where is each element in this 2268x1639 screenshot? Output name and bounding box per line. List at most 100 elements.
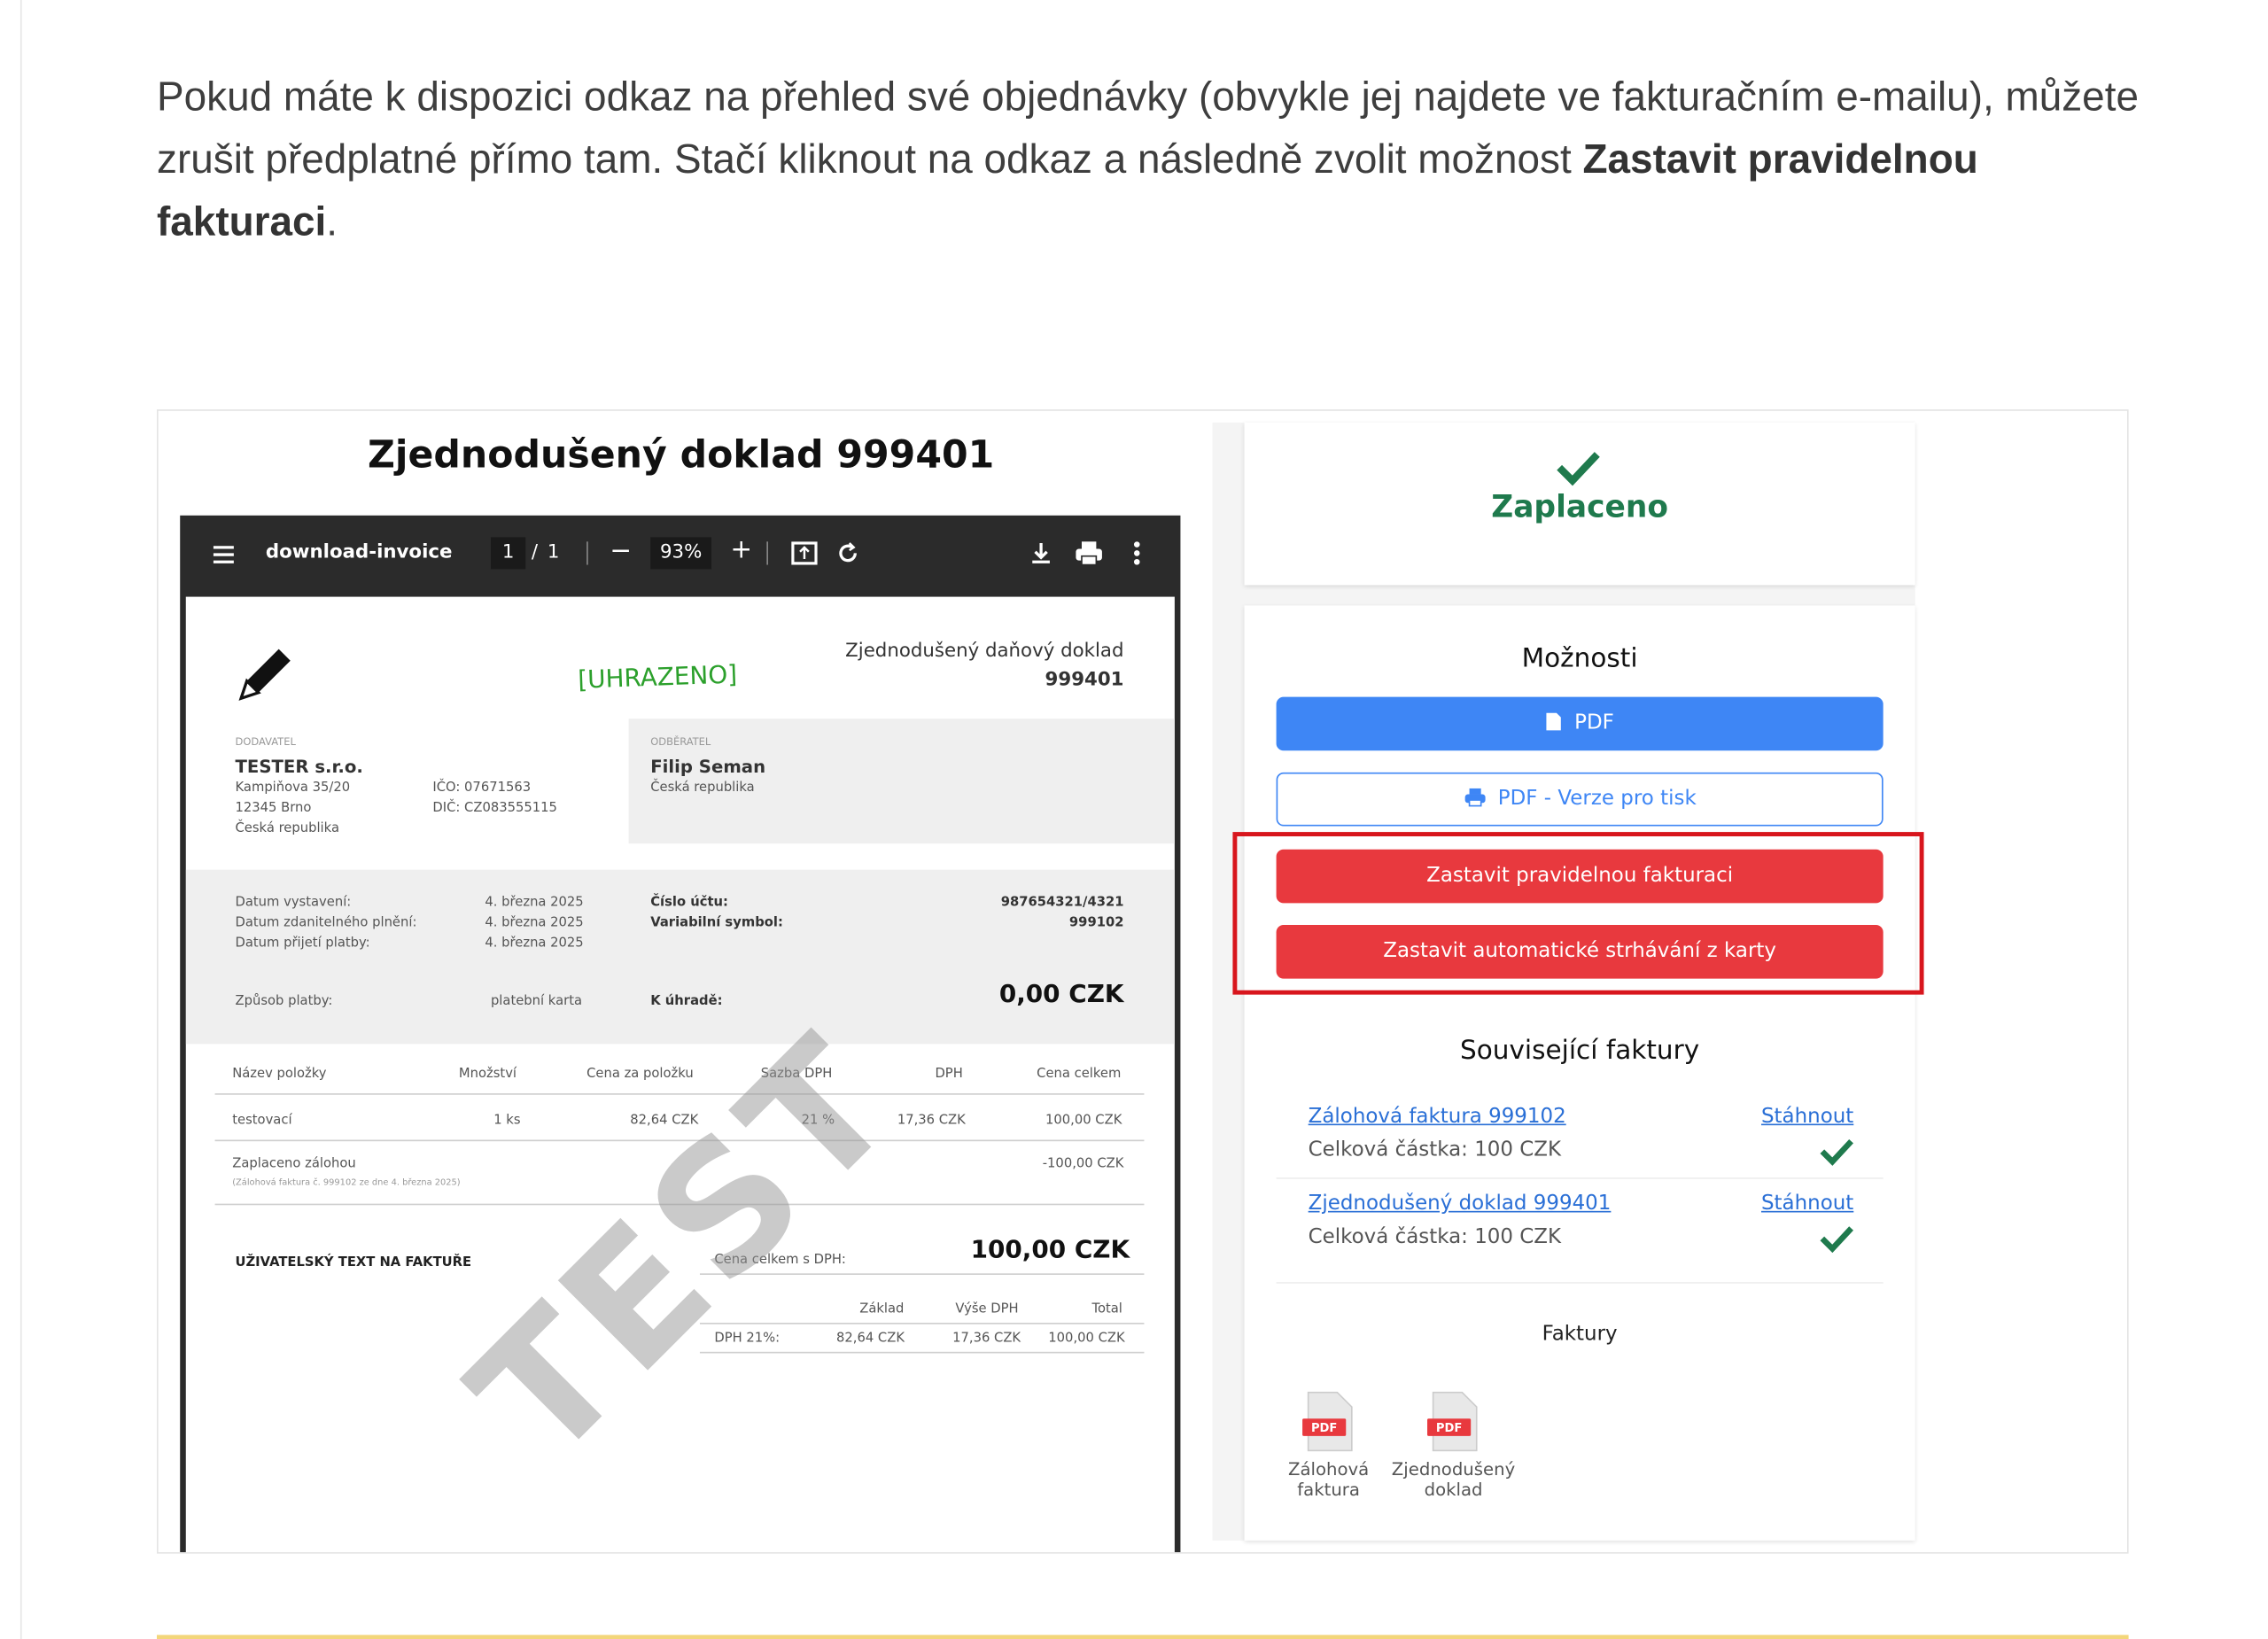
date-pay-value: 4. března 2025 (485, 936, 584, 952)
supplier-city: 12345 Brno (235, 801, 312, 817)
vat-col-amount: Výše DPH (955, 1302, 1019, 1317)
fit-page-icon[interactable] (791, 541, 818, 565)
vat-col-total: Total (1091, 1302, 1122, 1317)
vat-row-total: 100,00 CZK (1048, 1331, 1125, 1347)
related-amount-1: Celková částka: 100 CZK (1308, 1138, 1562, 1162)
zoom-out-button[interactable]: − (610, 536, 632, 566)
check-icon (1820, 1226, 1853, 1254)
supplier-ico: IČO: 07671563 (432, 781, 532, 796)
divider (766, 541, 768, 565)
options-title: Možnosti (1521, 643, 1638, 674)
col-vat: DPH (935, 1067, 963, 1082)
method-label: Způsob platby: (235, 994, 333, 1010)
page-input[interactable]: 1 (490, 537, 526, 570)
download-link-1[interactable]: Stáhnout (1761, 1105, 1853, 1128)
check-icon (1557, 452, 1600, 486)
row1-name: testovací (232, 1114, 292, 1129)
customer-header: ODBĚRATEL (650, 735, 711, 749)
download-link-2[interactable]: Stáhnout (1761, 1192, 1853, 1216)
supplier-header: DODAVATEL (235, 735, 296, 749)
date-tax-label: Datum zdanitelného plnění: (235, 916, 417, 931)
vat-row-amount: 17,36 CZK (952, 1331, 1021, 1347)
download-icon[interactable] (1029, 540, 1052, 567)
table-divider (214, 1093, 1145, 1095)
due-value: 0,00 CZK (998, 980, 1124, 1010)
related-amount-2: Celková částka: 100 CZK (1308, 1225, 1562, 1249)
vat-divider (699, 1351, 1145, 1354)
account-label: Číslo účtu: (650, 896, 728, 911)
customer-name: Filip Seman (650, 756, 766, 777)
svg-text:PDF: PDF (1436, 1422, 1462, 1435)
doc-type: Zjednodušený daňový doklad (845, 640, 1124, 663)
method-value: platební karta (490, 994, 583, 1010)
pencil-logo-icon (238, 649, 291, 701)
screenshot-frame: Zjednodušený doklad 999401 download-invo… (157, 409, 2129, 1554)
vat-col-base: Základ (859, 1302, 905, 1317)
vs-value: 999102 (1068, 916, 1124, 931)
status-card: Zaplaceno (1244, 422, 1915, 586)
col-total: Cena celkem (1037, 1067, 1122, 1082)
row2-sub: (Zálohová faktura č. 999102 ze dne 4. bř… (232, 1177, 461, 1188)
related-title: Související faktury (1459, 1035, 1700, 1066)
supplier-name: TESTER s.r.o. (235, 756, 363, 777)
related-divider (1276, 1177, 1884, 1179)
related-link-1[interactable]: Zálohová faktura 999102 (1309, 1105, 1566, 1128)
pdf-print-button[interactable]: PDF - Verze pro tisk (1276, 772, 1884, 827)
total-value: 100,00 CZK (970, 1235, 1130, 1265)
invoice-page: [UHRAZENO] Zjednodušený daňový doklad 99… (185, 596, 1175, 1552)
page-total: 1 (547, 541, 560, 563)
menu-icon[interactable] (212, 543, 235, 566)
date-tax-value: 4. března 2025 (485, 916, 584, 931)
callout-top-border (157, 1635, 2129, 1639)
customer-country: Česká republika (650, 781, 755, 796)
col-qty: Množství (458, 1067, 517, 1082)
intro-paragraph: Pokud máte k dispozici odkaz na přehled … (157, 74, 2139, 245)
svg-text:PDF: PDF (1311, 1422, 1337, 1435)
vs-label: Variabilní symbol: (650, 916, 783, 931)
date-issue-label: Datum vystavení: (235, 896, 352, 911)
rotate-icon[interactable] (835, 540, 861, 567)
file-tile-1[interactable]: PDF Zálohová faktura (1282, 1389, 1375, 1500)
pdf-filename: download-invoice (265, 541, 453, 563)
file-tile-2[interactable]: PDF Zjednodušený doklad (1381, 1389, 1526, 1500)
pdf-file-icon: PDF (1302, 1391, 1353, 1452)
check-icon (1820, 1138, 1853, 1166)
supplier-country: Česká republika (235, 821, 339, 837)
pdf-viewer: download-invoice 1 / 1 − 93% + [UHRAZENO… (180, 515, 1181, 1552)
zoom-level[interactable]: 93% (650, 537, 712, 570)
row1-qty: 1 ks (493, 1114, 521, 1129)
print-icon (1464, 788, 1486, 807)
date-issue-value: 4. března 2025 (485, 896, 584, 911)
stop-billing-button[interactable]: Zastavit pravidelnou fakturaci (1276, 849, 1884, 904)
row1-total: 100,00 CZK (1045, 1114, 1122, 1129)
pdf-button[interactable]: PDF (1276, 696, 1884, 751)
pdf-file-icon: PDF (1427, 1391, 1478, 1452)
order-sidebar: Zaplaceno Možnosti PDF PDF - Verze pro t… (1212, 422, 1924, 1541)
stop-card-button[interactable]: Zastavit automatické strhávání z karty (1276, 924, 1884, 979)
due-label: K úhradě: (650, 994, 723, 1010)
paid-stamp: [UHRAZENO] (577, 660, 738, 695)
col-unit-price: Cena za položku (586, 1067, 694, 1082)
supplier-street: Kampiňova 35/20 (235, 781, 351, 796)
supplier-dic: DIČ: CZ083555115 (432, 801, 557, 817)
account-value: 987654321/4321 (1000, 896, 1124, 911)
vat-row-base: 82,64 CZK (836, 1331, 905, 1347)
related-link-2[interactable]: Zjednodušený doklad 999401 (1309, 1192, 1612, 1216)
divider (586, 541, 588, 565)
user-text: UŽIVATELSKÝ TEXT NA FAKTUŘE (235, 1255, 472, 1271)
col-name: Název položky (232, 1067, 327, 1082)
vat-divider (699, 1323, 1145, 1324)
pdf-toolbar: download-invoice 1 / 1 − 93% + (180, 516, 1180, 597)
more-icon[interactable] (1132, 541, 1141, 565)
page-separator: / (531, 541, 539, 563)
related-divider (1276, 1282, 1884, 1284)
document-title: Zjednodušený doklad 999401 (368, 434, 995, 478)
status-label: Zaplaceno (1491, 489, 1668, 524)
doc-number: 999401 (1045, 669, 1124, 692)
row2-name: Zaplaceno zálohou (232, 1157, 356, 1172)
row2-total: -100,00 CZK (1042, 1157, 1124, 1172)
print-icon[interactable] (1075, 540, 1104, 567)
zoom-in-button[interactable]: + (730, 534, 752, 564)
options-card: Možnosti PDF PDF - Verze pro tisk Zastav… (1232, 605, 1924, 1541)
file-icon (1547, 712, 1562, 731)
